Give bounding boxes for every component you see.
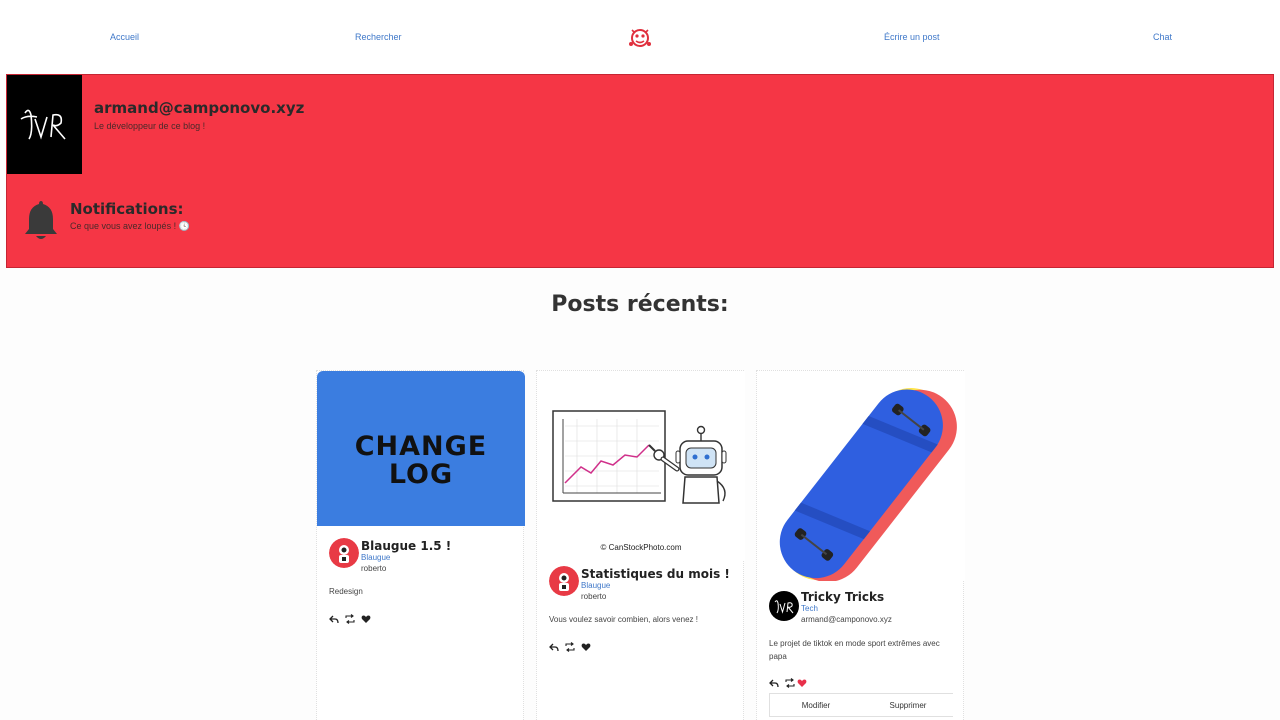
stats-robot-image[interactable]: © CanStockPhoto.com: [537, 371, 745, 561]
post-author: roberto: [581, 592, 607, 601]
heart-icon[interactable]: [361, 609, 371, 623]
author-avatar-icon[interactable]: [769, 591, 799, 621]
nav-home-link[interactable]: Accueil: [110, 32, 139, 42]
profile-description: Le développeur de ce blog !: [94, 121, 206, 131]
post-category[interactable]: Blaugue: [581, 581, 610, 590]
recent-posts-title: Posts récents:: [551, 292, 729, 317]
post-excerpt: Redesign: [329, 587, 363, 596]
post-actions: [549, 637, 609, 652]
profile-banner: armand@camponovo.xyz Le développeur de c…: [6, 74, 1274, 268]
repost-icon[interactable]: [785, 673, 795, 688]
post-excerpt: Vous voulez savoir combien, alors venez …: [549, 615, 698, 624]
post-author: roberto: [361, 564, 387, 573]
post-excerpt: Le projet de tiktok en mode sport extrêm…: [769, 639, 940, 661]
post-actions: [329, 609, 389, 624]
author-avatar-icon[interactable]: [329, 538, 359, 568]
nav-search-link[interactable]: Rechercher: [355, 32, 402, 42]
signature-avatar-icon[interactable]: [7, 75, 82, 174]
repost-icon[interactable]: [345, 609, 355, 624]
profile-username: armand@camponovo.xyz: [94, 99, 305, 117]
top-nav: Accueil Rechercher Écrire un post Chat: [0, 0, 1280, 74]
changelog-image[interactable]: CHANGE LOG: [317, 371, 525, 526]
nav-write-link[interactable]: Écrire un post: [884, 32, 940, 42]
heart-liked-icon[interactable]: [797, 673, 807, 687]
image-caption: © CanStockPhoto.com: [600, 543, 682, 552]
notifications-title: Notifications:: [70, 200, 184, 218]
repost-icon[interactable]: [565, 637, 575, 652]
reply-icon[interactable]: [769, 673, 779, 688]
heart-icon[interactable]: [581, 637, 591, 651]
post-title[interactable]: Tricky Tricks: [801, 590, 884, 604]
post-title[interactable]: Blaugue 1.5 !: [361, 539, 451, 553]
skateboard-image[interactable]: [757, 371, 965, 582]
blog-logo-icon[interactable]: [627, 26, 653, 50]
post-admin-buttons: Modifier Supprimer: [769, 693, 954, 717]
post-title[interactable]: Statistiques du mois !: [581, 567, 730, 581]
author-avatar-icon[interactable]: [549, 566, 579, 596]
post-card[interactable]: CHANGE LOG Blaugue 1.5 ! Blaugue roberto…: [316, 370, 525, 720]
post-card[interactable]: © CanStockPhoto.com Statistiques du mois…: [536, 370, 745, 720]
reply-icon[interactable]: [329, 609, 339, 624]
delete-button[interactable]: Supprimer: [862, 694, 954, 716]
post-category[interactable]: Tech: [801, 604, 818, 613]
nav-chat-link[interactable]: Chat: [1153, 32, 1172, 42]
reply-icon[interactable]: [549, 637, 559, 652]
post-author: armand@camponovo.xyz: [801, 615, 892, 624]
post-card[interactable]: Tricky Tricks Tech armand@camponovo.xyz …: [756, 370, 965, 720]
post-actions: [769, 673, 829, 688]
changelog-line1: CHANGE: [354, 431, 488, 462]
edit-button[interactable]: Modifier: [770, 694, 862, 716]
bell-icon[interactable]: [23, 199, 59, 241]
notifications-subtitle: Ce que vous avez loupés ! 🕓: [70, 221, 190, 231]
changelog-line2: LOG: [388, 459, 454, 490]
post-category[interactable]: Blaugue: [361, 553, 390, 562]
